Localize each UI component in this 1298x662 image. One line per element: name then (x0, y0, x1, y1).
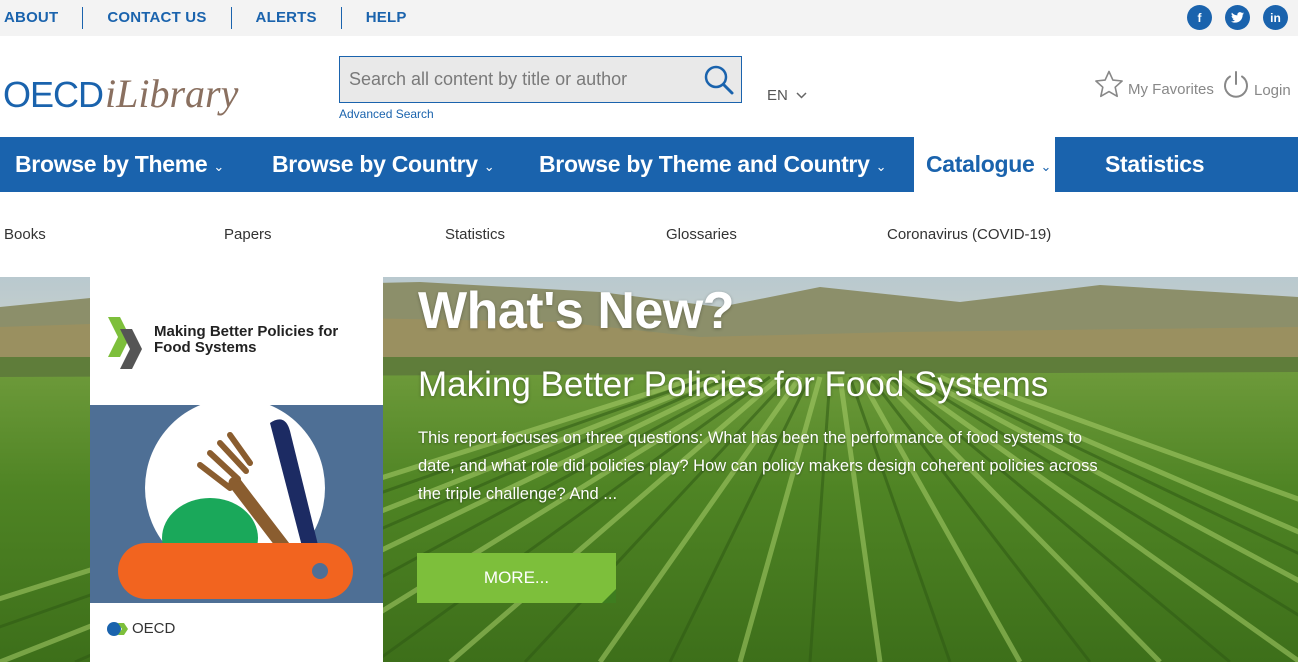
my-favorites-button[interactable]: My Favorites (1094, 70, 1214, 99)
chevron-down-icon: ⌄ (483, 158, 495, 174)
chevron-down-icon: ⌄ (213, 158, 224, 174)
search-icon[interactable] (703, 64, 735, 96)
chevron-down-icon: ⌄ (1040, 158, 1052, 174)
language-label: EN (767, 87, 788, 104)
globe-icon (107, 621, 128, 636)
help-link[interactable]: HELP (342, 7, 431, 29)
featured-description: This report focuses on three questions: … (418, 429, 1098, 503)
advanced-search-link[interactable]: Advanced Search (339, 107, 434, 121)
submenu-papers[interactable]: Papers (224, 226, 272, 243)
nav-statistics-label: Statistics (1105, 151, 1205, 177)
my-favorites-label: My Favorites (1128, 81, 1214, 98)
nav-statistics[interactable]: Statistics (1105, 137, 1205, 192)
nav-browse-by-theme-and-country-label: Browse by Theme and Country (539, 151, 870, 177)
cover-publisher: OECD (106, 620, 175, 637)
nav-browse-by-country[interactable]: Browse by Country ⌄ (272, 137, 495, 192)
more-button-label: MORE... (483, 568, 550, 587)
cover-publisher-label: OECD (132, 620, 176, 637)
search-input[interactable] (340, 57, 698, 102)
social-links: f in (1187, 5, 1288, 30)
contact-us-link[interactable]: CONTACT US (83, 7, 232, 29)
login-button[interactable]: Login (1222, 70, 1291, 100)
cover-illustration (90, 403, 383, 603)
language-selector[interactable]: EN (767, 87, 807, 104)
submenu-statistics[interactable]: Statistics (445, 226, 505, 243)
nav-browse-by-theme[interactable]: Browse by Theme ⌄ (15, 137, 224, 192)
hero-banner: Making Better Policies for Food Systems … (0, 277, 1298, 662)
more-button[interactable]: MORE... (417, 553, 616, 603)
cover-title: Making Better Policies for Food Systems (154, 323, 339, 356)
power-icon (1224, 71, 1248, 98)
nav-catalogue[interactable]: Catalogue ⌄ (914, 137, 1055, 192)
about-link[interactable]: ABOUT (0, 7, 84, 29)
featured-title[interactable]: Making Better Policies for Food Systems (418, 365, 1048, 405)
catalogue-submenu: Books Papers Statistics Glossaries Coron… (0, 192, 1298, 277)
utility-links: ABOUT CONTACT US ALERTS HELP (0, 0, 431, 36)
chevron-down-icon (796, 92, 807, 99)
submenu-glossaries[interactable]: Glossaries (666, 226, 737, 243)
nav-browse-by-theme-label: Browse by Theme (15, 151, 208, 177)
main-navigation: Browse by Theme ⌄ Browse by Country ⌄ Br… (0, 137, 1298, 192)
chevron-down-icon: ⌄ (875, 158, 887, 174)
nav-catalogue-label: Catalogue (926, 151, 1035, 177)
logo-ilibrary-text: iLibrary (105, 71, 239, 116)
submenu-books[interactable]: Books (4, 226, 46, 243)
logo-oecd-text: OECD (3, 74, 104, 115)
utility-bar: ABOUT CONTACT US ALERTS HELP f in (0, 0, 1298, 36)
login-label: Login (1254, 82, 1291, 99)
linkedin-icon[interactable]: in (1263, 5, 1288, 30)
twitter-icon[interactable] (1225, 5, 1250, 30)
oecd-ilibrary-logo[interactable]: OECD iLibrary (3, 70, 238, 117)
facebook-icon[interactable]: f (1187, 5, 1212, 30)
corner-decoration (602, 589, 616, 603)
star-icon (1095, 70, 1123, 98)
nav-browse-by-country-label: Browse by Country (272, 151, 478, 177)
oecd-chevrons-icon (108, 317, 142, 369)
nav-browse-by-theme-and-country[interactable]: Browse by Theme and Country ⌄ (539, 137, 886, 192)
alerts-link[interactable]: ALERTS (232, 7, 342, 29)
book-cover[interactable]: Making Better Policies for Food Systems … (90, 277, 383, 662)
submenu-coronavirus[interactable]: Coronavirus (COVID-19) (887, 226, 1051, 243)
whats-new-heading: What's New? (418, 282, 735, 340)
search-box (339, 56, 742, 103)
